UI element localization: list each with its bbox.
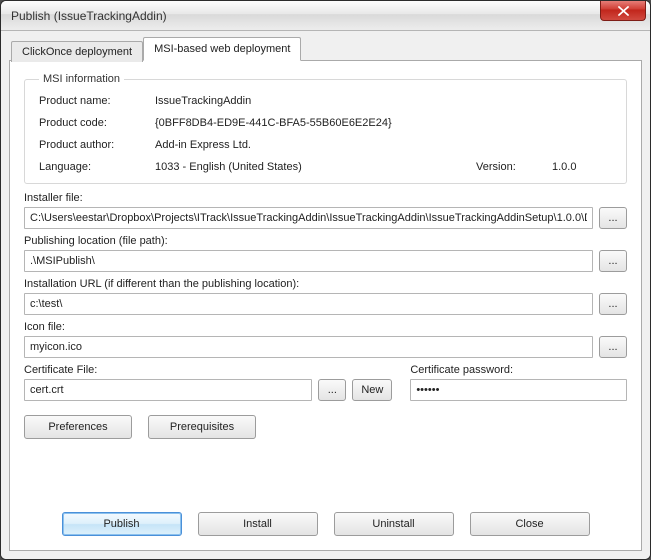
msi-info-legend: MSI information xyxy=(39,73,124,85)
close-button[interactable]: Close xyxy=(470,512,590,536)
tab-panel-msi: MSI information Product name: IssueTrack… xyxy=(9,60,642,551)
value-language: 1033 - English (United States) xyxy=(155,161,470,173)
value-product-author: Add-in Express Ltd. xyxy=(155,139,612,151)
close-icon xyxy=(618,6,629,16)
dialog-footer: Publish Install Uninstall Close xyxy=(24,496,627,540)
label-product-name: Product name: xyxy=(39,95,149,107)
publishing-location-browse-button[interactable]: ... xyxy=(599,250,627,272)
content-area: ClickOnce deployment MSI-based web deplo… xyxy=(1,31,650,559)
label-installer-file: Installer file: xyxy=(24,192,627,204)
value-product-code: {0BFF8DB4-ED9E-441C-BFA5-55B60E6E2E24} xyxy=(155,117,612,129)
prerequisites-button[interactable]: Prerequisites xyxy=(148,415,256,439)
label-certificate-file: Certificate File: xyxy=(24,364,392,376)
tab-bar: ClickOnce deployment MSI-based web deplo… xyxy=(9,37,642,61)
publish-dialog: Publish (IssueTrackingAddin) ClickOnce d… xyxy=(0,0,651,560)
titlebar: Publish (IssueTrackingAddin) xyxy=(1,1,650,31)
installer-file-input[interactable] xyxy=(24,207,593,229)
installer-file-browse-button[interactable]: ... xyxy=(599,207,627,229)
install-button[interactable]: Install xyxy=(198,512,318,536)
uninstall-button[interactable]: Uninstall xyxy=(334,512,454,536)
label-installation-url: Installation URL (if different than the … xyxy=(24,278,627,290)
preferences-button[interactable]: Preferences xyxy=(24,415,132,439)
installation-url-browse-button[interactable]: ... xyxy=(599,293,627,315)
tab-clickonce[interactable]: ClickOnce deployment xyxy=(11,41,143,62)
value-version: 1.0.0 xyxy=(552,161,612,173)
label-language: Language: xyxy=(39,161,149,173)
icon-file-browse-button[interactable]: ... xyxy=(599,336,627,358)
label-product-code: Product code: xyxy=(39,117,149,129)
certificate-new-button[interactable]: New xyxy=(352,379,392,401)
installation-url-input[interactable] xyxy=(24,293,593,315)
certificate-file-input[interactable] xyxy=(24,379,312,401)
icon-file-input[interactable] xyxy=(24,336,593,358)
label-product-author: Product author: xyxy=(39,139,149,151)
label-publishing-location: Publishing location (file path): xyxy=(24,235,627,247)
msi-information-group: MSI information Product name: IssueTrack… xyxy=(24,73,627,184)
publishing-location-input[interactable] xyxy=(24,250,593,272)
label-certificate-password: Certificate password: xyxy=(410,364,627,376)
window-close-button[interactable] xyxy=(600,1,646,21)
window-title: Publish (IssueTrackingAddin) xyxy=(11,9,167,23)
tab-msi[interactable]: MSI-based web deployment xyxy=(143,37,301,61)
label-icon-file: Icon file: xyxy=(24,321,627,333)
certificate-file-browse-button[interactable]: ... xyxy=(318,379,346,401)
value-product-name: IssueTrackingAddin xyxy=(155,95,612,107)
certificate-password-input[interactable] xyxy=(410,379,627,401)
label-version: Version: xyxy=(476,161,546,173)
publish-button[interactable]: Publish xyxy=(62,512,182,536)
